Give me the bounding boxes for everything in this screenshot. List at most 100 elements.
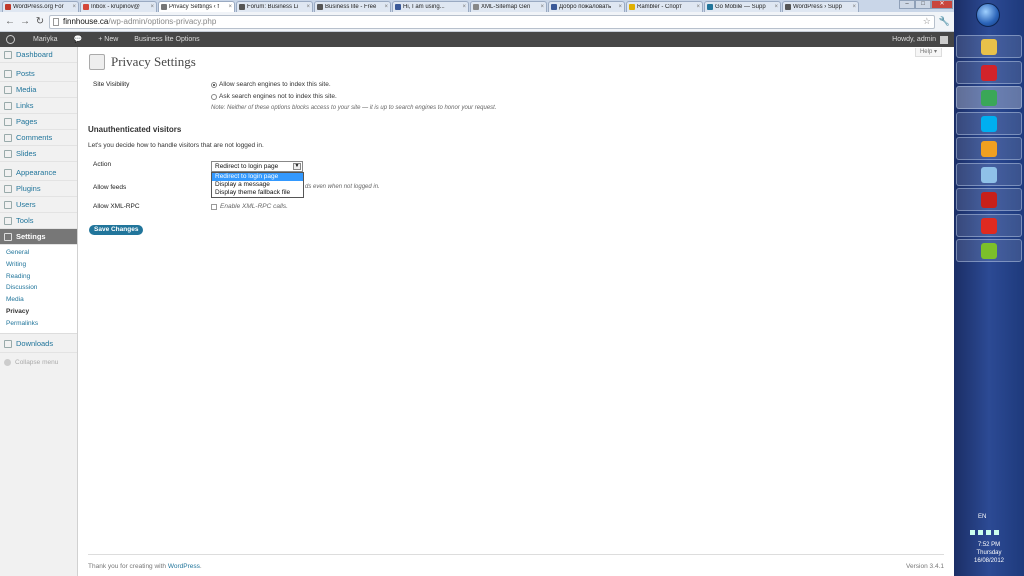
tab-close-icon[interactable]: × [618, 4, 622, 10]
site-name-link[interactable]: Mariyka [25, 32, 66, 47]
browser-tab[interactable]: Rambler - Спорт × [626, 1, 703, 12]
action-select[interactable]: Redirect to login page ▼ [211, 161, 303, 172]
browser-tab[interactable]: Go Mobile — Supp × [704, 1, 781, 12]
browser-tab[interactable]: Privacy Settings ‹ f × [158, 1, 235, 12]
submenu-item-general[interactable]: General [0, 247, 77, 259]
start-button-icon[interactable] [976, 3, 1000, 27]
sidebar-item-comments[interactable]: Comments [0, 130, 77, 146]
taskbar-button[interactable] [956, 86, 1022, 109]
xmlrpc-checkbox[interactable] [211, 203, 217, 210]
taskbar-button[interactable] [956, 111, 1022, 135]
browser-tab[interactable]: XML-Sitemap Gen × [470, 1, 547, 12]
dashboard-icon [4, 50, 12, 59]
browser-tab[interactable]: Business lite - Free × [314, 1, 391, 12]
forward-button[interactable]: → [19, 16, 31, 28]
browser-tab[interactable]: Inbox - krupinov@ × [80, 1, 157, 12]
browser-tab[interactable]: Hi, I am using... × [392, 1, 469, 12]
taskbar-button[interactable] [956, 137, 1022, 160]
language-indicator[interactable]: EN [978, 514, 986, 520]
sidebar-item-users[interactable]: Users [0, 197, 77, 213]
taskbar-button[interactable] [956, 213, 1022, 237]
tab-close-icon[interactable]: × [306, 4, 310, 10]
taskbar-button[interactable] [956, 162, 1022, 186]
tab-close-icon[interactable]: × [540, 4, 544, 10]
slides-icon [4, 149, 12, 158]
browser-tab[interactable]: Forum: Business Li × [236, 1, 313, 12]
tab-label: Inbox - krupinov@ [91, 4, 140, 10]
clock-time: 7:52 PM [977, 542, 1001, 548]
sidebar-item-label: Media [16, 84, 37, 94]
submenu-item-media[interactable]: Media [0, 294, 77, 306]
clock-date: 16/08/2012 [973, 558, 1005, 564]
wrench-icon[interactable]: 🔧 [939, 16, 950, 27]
taskbar-button[interactable] [956, 239, 1022, 262]
tab-close-icon[interactable]: × [228, 4, 232, 10]
comments-icon[interactable]: 💬 [66, 32, 91, 47]
avatar[interactable] [940, 35, 948, 44]
howdy-user[interactable]: Howdy, admin [892, 36, 936, 43]
sidebar-item-posts[interactable]: Posts [0, 66, 77, 82]
taskbar-button[interactable] [956, 60, 1022, 84]
sidebar-item-appearance[interactable]: Appearance [0, 165, 77, 181]
wordpress-logo-icon[interactable] [6, 35, 15, 44]
close-window-button[interactable]: ✕ [931, 0, 953, 9]
explorer-icon [981, 39, 997, 55]
sidebar-item-plugins[interactable]: Plugins [0, 181, 77, 197]
appearance-icon [4, 168, 12, 177]
minimize-button[interactable]: – [899, 0, 915, 9]
help-tab[interactable]: Help ▾ [914, 48, 942, 57]
radio-button[interactable] [211, 93, 217, 100]
dropdown-option[interactable]: Redirect to login page [212, 173, 303, 181]
sidebar-item-dashboard[interactable]: Dashboard [0, 47, 77, 63]
address-bar[interactable]: finnhouse.ca/wp-admin/options-privacy.ph… [49, 14, 935, 29]
browser-tab[interactable]: Добро пожаловать × [548, 1, 625, 12]
dropdown-option[interactable]: Display a message [212, 181, 303, 189]
submenu-item-reading[interactable]: Reading [0, 271, 77, 283]
bookmark-star-icon[interactable]: ☆ [923, 16, 931, 27]
sidebar-item-label: Comments [16, 132, 53, 142]
radio-label: Allow search engines to index this site. [219, 81, 331, 88]
settings-icon [4, 232, 12, 241]
submenu-item-writing[interactable]: Writing [0, 259, 77, 271]
sidebar-item-settings[interactable]: Settings [0, 229, 77, 245]
radio-allow-index[interactable]: Allow search engines to index this site. [211, 81, 331, 88]
tray-icons[interactable] [970, 530, 999, 535]
windows-taskbar: EN 7:52 PM Thursday 16/08/2012 [954, 0, 1024, 576]
submenu-item-privacy[interactable]: Privacy [0, 306, 77, 318]
tab-close-icon[interactable]: × [384, 4, 388, 10]
sidebar-item-downloads[interactable]: Downloads [0, 337, 77, 353]
tab-close-icon[interactable]: × [774, 4, 778, 10]
submenu-item-discussion[interactable]: Discussion [0, 282, 77, 294]
tab-close-icon[interactable]: × [72, 4, 76, 10]
tab-close-icon[interactable]: × [462, 4, 466, 10]
browser-tab[interactable]: WordPress › Supp × [782, 1, 859, 12]
theme-options-link[interactable]: Business lite Options [126, 32, 207, 47]
radio-button[interactable] [211, 81, 217, 88]
sidebar-item-label: Pages [16, 116, 38, 126]
taskbar-button[interactable] [956, 35, 1022, 58]
tab-close-icon[interactable]: × [150, 4, 154, 10]
submenu-item-permalinks[interactable]: Permalinks [0, 318, 77, 330]
sidebar-item-tools[interactable]: Tools [0, 213, 77, 229]
save-changes-button[interactable]: Save Changes [89, 225, 144, 235]
back-button[interactable]: ← [4, 16, 16, 28]
chevron-down-icon[interactable]: ▼ [293, 163, 301, 170]
sidebar-item-slides[interactable]: Slides [0, 146, 77, 162]
sidebar-item-links[interactable]: Links [0, 98, 77, 114]
collapse-menu-button[interactable]: Collapse menu [0, 356, 77, 370]
tab-close-icon[interactable]: × [852, 4, 856, 10]
maximize-button[interactable]: □ [915, 0, 931, 9]
tab-favicon-icon [551, 4, 557, 10]
dropdown-option[interactable]: Display theme fallback file [212, 189, 303, 197]
xmlrpc-checkbox-row[interactable]: Enable XML-RPC calls. [211, 203, 288, 210]
clock[interactable]: 7:52 PM Thursday 16/08/2012 [954, 541, 1024, 565]
sidebar-item-media[interactable]: Media [0, 82, 77, 98]
sidebar-item-pages[interactable]: Pages [0, 114, 77, 130]
radio-deny-index[interactable]: Ask search engines not to index this sit… [211, 93, 337, 100]
taskbar-button[interactable] [956, 188, 1022, 211]
browser-tab[interactable]: WordPress.org For × [2, 1, 79, 12]
reload-button[interactable]: ↻ [34, 16, 46, 28]
tab-close-icon[interactable]: × [696, 4, 700, 10]
wordpress-link[interactable]: WordPress [168, 563, 200, 570]
new-content-link[interactable]: + New [90, 32, 126, 47]
